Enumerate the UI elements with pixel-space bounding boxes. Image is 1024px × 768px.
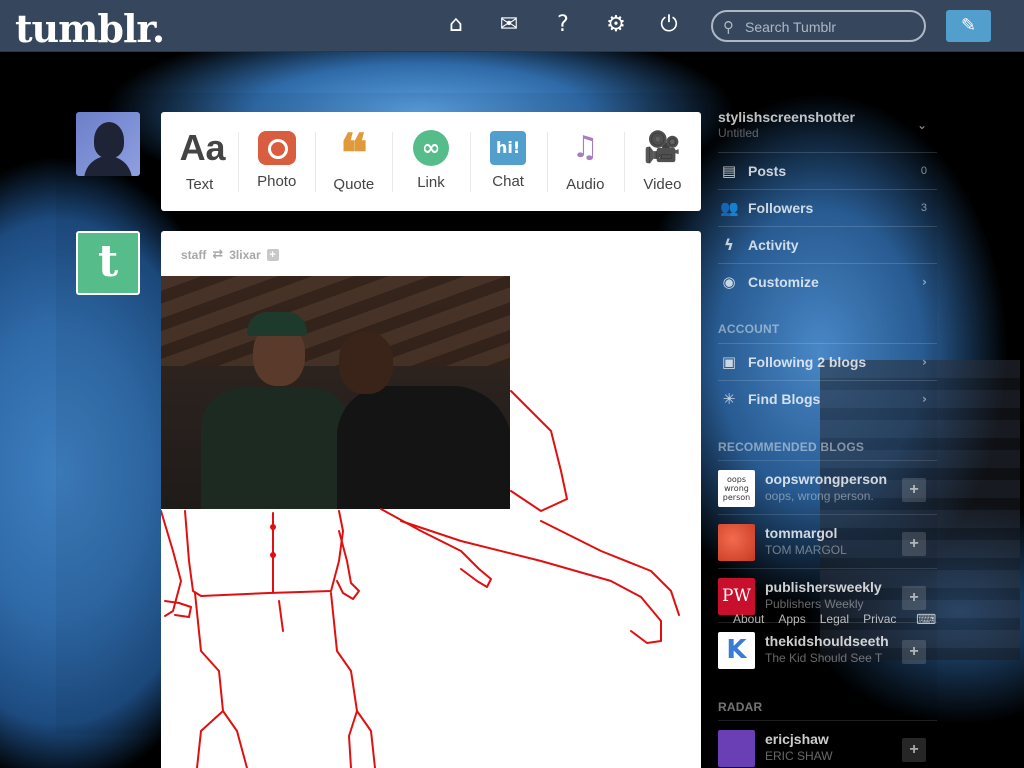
blog-name[interactable]: stylishscreenshotter — [718, 109, 855, 125]
blog-avatar: oops wrong person — [718, 470, 755, 507]
blog-name: thekidshouldseeth — [765, 633, 889, 649]
blog-avatar — [718, 524, 755, 561]
sidebar-item-customize[interactable]: ◉ Customize › — [718, 263, 937, 300]
help-icon[interactable]: ? — [550, 12, 576, 38]
tumblr-logo[interactable]: tumblr. — [15, 6, 165, 51]
post-type-video[interactable]: 🎥 Video — [623, 112, 701, 211]
search-box[interactable]: ⚲ — [711, 10, 926, 42]
blog-name: ericjshaw — [765, 731, 829, 747]
blog-avatar: K — [718, 632, 755, 669]
post-type-label: Photo — [257, 173, 297, 190]
video-camera-icon: 🎥 — [643, 130, 682, 165]
recommended-blog[interactable]: tommargol TOM MARGOL + — [718, 514, 937, 568]
blog-avatar: PW — [718, 578, 755, 615]
post-type-label: Quote — [333, 176, 375, 193]
settings-icon[interactable]: ⚙ — [603, 12, 629, 38]
staff-avatar[interactable]: t — [76, 231, 140, 295]
blog-description: oops, wrong person. — [765, 489, 874, 503]
inbox-icon[interactable]: ✉ — [496, 12, 522, 38]
activity-icon: ϟ — [724, 236, 734, 254]
blog-name: tommargol — [765, 525, 838, 541]
camera-icon — [257, 131, 296, 165]
blog-description: The Kid Should See T — [765, 651, 883, 665]
sidebar-item-label: Find Blogs — [748, 391, 821, 407]
blog-avatar — [718, 730, 755, 767]
recommended-blog[interactable]: K thekidshouldseeth The Kid Should See T… — [718, 622, 937, 676]
follow-button[interactable]: + — [902, 532, 926, 556]
compose-button[interactable]: ✎ — [946, 10, 991, 42]
posts-count: 0 — [920, 165, 927, 177]
top-navigation-bar: tumblr. ⌂ ✉ ? ⚙ ⏻ ⚲ ✎ — [0, 0, 1024, 52]
sidebar-item-following[interactable]: ▣ Following 2 blogs › — [718, 343, 937, 380]
follow-button[interactable]: + — [902, 478, 926, 502]
sidebar-item-label: Activity — [748, 237, 799, 253]
blog-name: oopswrongperson — [765, 471, 888, 487]
sidebar-item-followers[interactable]: 👥 Followers 3 — [718, 189, 937, 226]
link-icon: ∞ — [412, 130, 449, 166]
chevron-right-icon: › — [922, 275, 927, 289]
post-type-audio[interactable]: ♫ Audio — [546, 112, 624, 211]
followers-count: 3 — [920, 202, 927, 214]
eye-icon: ◉ — [722, 273, 736, 291]
post-type-bar: Aa Text Photo ❝ Quote ∞ Link hi! Chat ♫ … — [161, 112, 701, 211]
radar-heading: RADAR — [718, 700, 763, 714]
user-avatar[interactable] — [76, 112, 140, 176]
post-type-label: Chat — [492, 173, 524, 190]
recommended-heading: RECOMMENDED BLOGS — [718, 440, 865, 454]
follow-button[interactable]: + — [902, 640, 926, 664]
post-type-chat[interactable]: hi! Chat — [469, 112, 547, 211]
sidebar-item-posts[interactable]: ▤ Posts 0 — [718, 152, 937, 189]
post-type-quote[interactable]: ❝ Quote — [315, 112, 392, 211]
home-icon[interactable]: ⌂ — [443, 12, 469, 38]
post-type-label: Link — [417, 174, 445, 191]
dashboard-post: staff ⇄ 3lixar + — [161, 231, 701, 768]
sidebar-item-find-blogs[interactable]: ✳ Find Blogs › — [718, 380, 937, 417]
follow-button[interactable]: + — [902, 586, 926, 610]
following-icon: ▣ — [721, 353, 737, 371]
red-line-drawing — [161, 390, 680, 768]
post-type-text[interactable]: Aa Text — [161, 112, 238, 211]
post-type-label: Video — [643, 176, 682, 193]
blog-name: publishersweekly — [765, 579, 882, 595]
sidebar-item-label: Following 2 blogs — [748, 354, 867, 370]
sidebar-item-label: Followers — [748, 200, 814, 216]
post-type-label: Text — [185, 176, 214, 193]
post-type-link[interactable]: ∞ Link — [392, 112, 469, 211]
compass-icon: ✳ — [722, 390, 736, 408]
recommended-blog[interactable]: oops wrong person oopswrongperson oops, … — [718, 460, 937, 514]
chevron-down-icon[interactable]: ⌄ — [917, 118, 927, 132]
logout-icon[interactable]: ⏻ — [656, 12, 682, 38]
search-icon: ⚲ — [723, 18, 734, 36]
followers-icon: 👥 — [720, 199, 739, 217]
radar-blog[interactable]: ericjshaw ERIC SHAW + — [718, 720, 937, 768]
blog-description: ERIC SHAW — [765, 749, 833, 763]
chevron-right-icon: › — [922, 355, 927, 369]
blog-description: TOM MARGOL — [765, 543, 847, 557]
chat-bubble-icon: hi! — [490, 131, 527, 165]
search-input[interactable] — [745, 17, 915, 37]
avatar-silhouette-head — [94, 122, 124, 158]
blog-description: Publishers Weekly — [765, 597, 864, 611]
chevron-right-icon: › — [922, 392, 927, 406]
text-icon: Aa — [179, 127, 226, 168]
sidebar-item-label: Posts — [748, 163, 787, 179]
headphones-icon: ♫ — [571, 130, 599, 165]
avatar-silhouette-shoulders — [84, 156, 132, 176]
account-heading: ACCOUNT — [718, 322, 780, 336]
post-type-photo[interactable]: Photo — [238, 112, 315, 211]
quote-icon: ❝ — [339, 123, 368, 184]
sidebar-item-activity[interactable]: ϟ Activity — [718, 226, 937, 263]
sidebar-item-label: Customize — [748, 274, 819, 290]
blog-subtitle: Untitled — [718, 126, 759, 140]
follow-button[interactable]: + — [902, 738, 926, 762]
posts-icon: ▤ — [721, 162, 737, 180]
post-type-label: Audio — [566, 176, 605, 193]
